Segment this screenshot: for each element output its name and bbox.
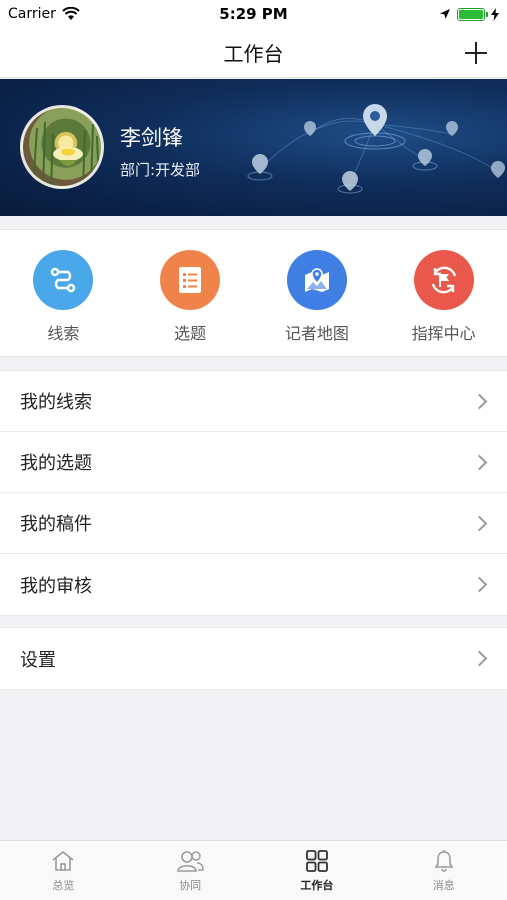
users-icon — [177, 850, 204, 872]
battery-icon — [457, 7, 488, 21]
profile-banner[interactable]: 李剑锋 部门:开发部 — [0, 79, 507, 216]
quick-action-label: 记者地图 — [284, 324, 349, 343]
chevron-right-icon — [471, 454, 488, 470]
route-icon — [33, 250, 94, 310]
quick-action-command-center[interactable]: 指挥中心 — [380, 230, 507, 356]
home-icon — [52, 850, 74, 871]
menu-item-settings[interactable]: 设置 — [0, 628, 507, 689]
quick-action-label: 线索 — [47, 324, 80, 343]
quick-action-clues[interactable]: 线索 — [0, 230, 127, 356]
tab-label: 总览 — [52, 878, 75, 892]
grid-icon — [305, 849, 328, 872]
menu-item-label: 设置 — [20, 649, 56, 671]
menu-group-mine: 我的线索 我的选题 我的稿件 我的审核 — [0, 370, 507, 616]
quick-action-reporter-map[interactable]: 记者地图 — [254, 230, 381, 356]
add-button[interactable] — [463, 40, 489, 66]
bell-icon — [434, 849, 454, 872]
tab-workbench[interactable]: 工作台 — [254, 841, 381, 900]
menu-item-my-reviews[interactable]: 我的审核 — [0, 554, 507, 615]
page-title: 工作台 — [223, 42, 284, 66]
menu-group-settings: 设置 — [0, 627, 507, 690]
tab-label: 消息 — [432, 878, 455, 892]
chevron-right-icon — [471, 650, 488, 667]
tab-label: 工作台 — [300, 878, 334, 892]
quick-action-topics[interactable]: 选题 — [127, 230, 254, 356]
tab-collaboration[interactable]: 协同 — [127, 841, 254, 900]
menu-item-label: 我的稿件 — [20, 514, 92, 535]
wifi-icon — [62, 7, 80, 20]
menu-item-my-topics[interactable]: 我的选题 — [0, 432, 507, 493]
map-network-decoration — [247, 104, 505, 194]
tab-bar: 总览 协同 工作台 消息 — [0, 840, 507, 900]
carrier-label: Carrier — [8, 6, 56, 22]
menu-item-my-manuscripts[interactable]: 我的稿件 — [0, 493, 507, 554]
menu-item-my-clues[interactable]: 我的线索 — [0, 371, 507, 432]
list-doc-icon — [160, 250, 221, 310]
location-arrow-icon — [440, 9, 450, 19]
chevron-right-icon — [471, 515, 488, 531]
flag-refresh-icon — [413, 250, 474, 310]
menu-item-label: 我的审核 — [20, 575, 92, 597]
menu-item-label: 我的线索 — [20, 392, 92, 413]
quick-actions: 线索 选题 记者地图 指挥中心 — [0, 229, 507, 357]
quick-action-label: 选题 — [174, 324, 207, 343]
status-bar: Carrier 5:29 PM — [0, 0, 507, 28]
map-pin-icon — [286, 250, 347, 310]
menu-item-label: 我的选题 — [20, 453, 92, 474]
navigation-bar: 工作台 — [0, 28, 507, 78]
tab-messages[interactable]: 消息 — [380, 841, 507, 900]
avatar[interactable] — [20, 105, 104, 189]
chevron-right-icon — [471, 393, 488, 409]
chevron-right-icon — [471, 576, 488, 593]
charging-bolt-icon — [491, 7, 499, 21]
user-department: 部门:开发部 — [120, 161, 201, 179]
user-name: 李剑锋 — [120, 126, 183, 150]
quick-action-label: 指挥中心 — [411, 324, 476, 343]
avatar-flower-icon — [32, 121, 100, 186]
tab-overview[interactable]: 总览 — [0, 841, 127, 900]
tab-label: 协同 — [179, 878, 202, 892]
